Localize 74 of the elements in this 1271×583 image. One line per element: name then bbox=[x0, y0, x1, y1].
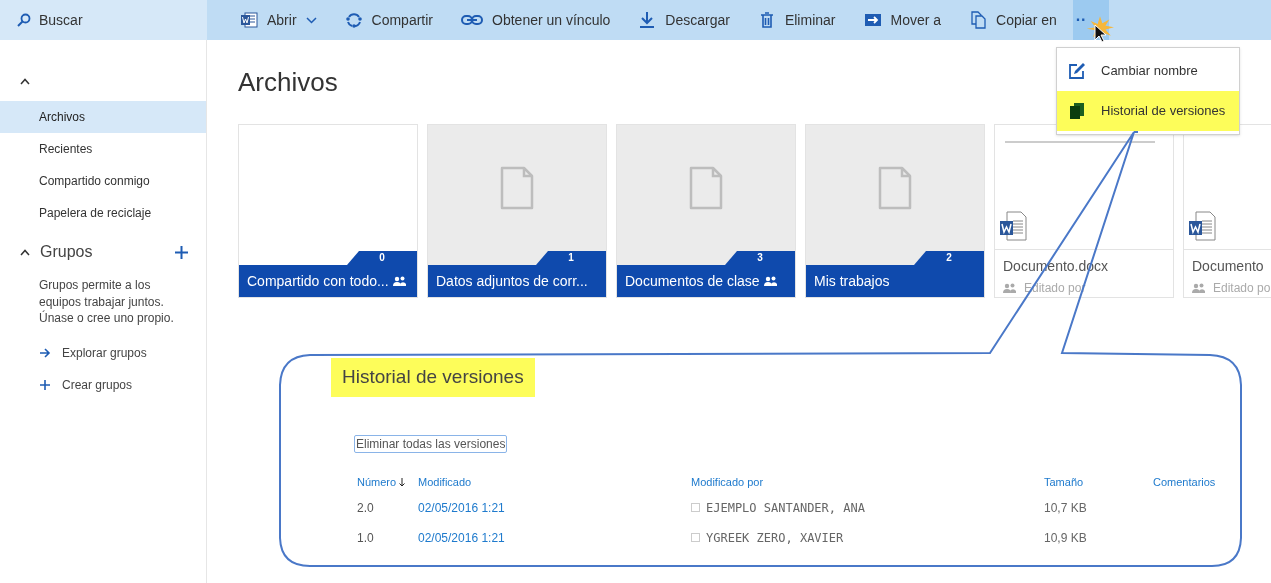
toolbar-button[interactable]: Abrir bbox=[240, 9, 317, 31]
people-icon bbox=[392, 275, 406, 287]
folder-name: Mis trabajos bbox=[814, 271, 890, 291]
item-count: 2 bbox=[914, 251, 984, 265]
delete-all-versions-button[interactable]: Eliminar todas las versiones bbox=[354, 434, 508, 453]
item-count: 0 bbox=[347, 251, 417, 265]
modified-date-link[interactable]: 02/05/2016 1:21 bbox=[418, 528, 691, 547]
versions-icon bbox=[1068, 102, 1086, 120]
version-number: 2.0 bbox=[357, 499, 375, 517]
group-action-link[interactable]: Explorar grupos bbox=[0, 336, 206, 369]
sidebar-item[interactable]: Papelera de reciclaje bbox=[0, 197, 206, 229]
sort-arrow-icon[interactable] bbox=[399, 478, 406, 487]
page-title: Archivos bbox=[238, 66, 338, 98]
version-number: 1.0 bbox=[357, 529, 375, 547]
copy-icon bbox=[969, 11, 988, 29]
sidebar-item[interactable]: Archivos bbox=[0, 101, 206, 133]
folder-tile[interactable]: 0 Compartido con todo... bbox=[238, 124, 418, 298]
document-name: Documento bbox=[1192, 257, 1265, 276]
folder-tile[interactable]: 1 Datos adjuntos de corr... bbox=[427, 124, 607, 298]
download-icon bbox=[638, 11, 657, 29]
collapse-chevron-icon[interactable] bbox=[20, 248, 30, 256]
checkbox[interactable] bbox=[691, 503, 700, 512]
document-icon bbox=[689, 166, 723, 210]
file-size: 10,9 KB bbox=[1044, 529, 1088, 547]
folder-name: Documentos de clase bbox=[625, 271, 760, 291]
toolbar-button[interactable]: Compartir bbox=[344, 9, 434, 31]
folder-name: Compartido con todo... bbox=[247, 271, 389, 291]
modified-by-name: EJEMPLO SANTANDER, ANA bbox=[706, 499, 865, 517]
word-document-icon bbox=[1188, 211, 1216, 241]
toolbar-button[interactable]: Descargar bbox=[638, 9, 730, 31]
modified-date-link[interactable]: 02/05/2016 1:21 bbox=[418, 498, 691, 517]
toolbar-button[interactable]: Copiar en bbox=[969, 9, 1057, 31]
people-icon bbox=[1003, 282, 1016, 294]
column-header[interactable]: Modificado bbox=[418, 474, 691, 491]
people-icon bbox=[1192, 282, 1205, 294]
toolbar-button[interactable]: Eliminar bbox=[757, 9, 836, 31]
folder-tile[interactable]: 3 Documentos de clase bbox=[616, 124, 796, 298]
toolbar-button[interactable]: Obtener un vínculo bbox=[461, 9, 611, 31]
plus-icon bbox=[39, 378, 51, 391]
checkbox[interactable] bbox=[691, 533, 700, 542]
edited-by-text: Editado po bbox=[1213, 280, 1271, 297]
menu-item[interactable]: Historial de versiones bbox=[1057, 91, 1239, 131]
column-header[interactable]: Comentarios bbox=[1153, 474, 1216, 491]
item-count: 3 bbox=[725, 251, 795, 265]
search-icon bbox=[17, 13, 31, 27]
file-size: 10,7 KB bbox=[1044, 499, 1088, 517]
item-count: 1 bbox=[536, 251, 606, 265]
document-icon bbox=[878, 166, 912, 210]
callout-title: Historial de versiones bbox=[331, 358, 535, 397]
add-icon[interactable] bbox=[175, 245, 188, 259]
groups-heading: Grupos bbox=[40, 242, 94, 262]
search-button[interactable]: Buscar bbox=[0, 0, 207, 40]
word-document-icon bbox=[999, 211, 1027, 241]
collapse-chevron-icon[interactable] bbox=[20, 78, 30, 85]
word-icon bbox=[240, 11, 258, 29]
column-header[interactable]: Tamaño bbox=[1044, 474, 1153, 491]
groups-description: Grupos permite a los equipos trabajar juntos. Únase o cree uno propio. bbox=[38, 277, 175, 327]
toolbar-button[interactable]: Mover a bbox=[863, 9, 942, 31]
group-action-link[interactable]: Crear grupos bbox=[0, 368, 206, 401]
move-icon bbox=[863, 11, 882, 29]
folder-name: Datos adjuntos de corr... bbox=[436, 271, 588, 291]
column-header[interactable]: Modificado por bbox=[691, 474, 1044, 491]
column-header[interactable]: Número bbox=[357, 474, 397, 491]
cursor-icon bbox=[1094, 24, 1106, 43]
arrow-icon bbox=[39, 346, 51, 359]
menu-item[interactable]: Cambiar nombre bbox=[1057, 51, 1239, 91]
sidebar-item[interactable]: Recientes bbox=[0, 133, 206, 165]
people-icon bbox=[763, 275, 777, 287]
folder-tile[interactable]: 2 Mis trabajos bbox=[805, 124, 985, 298]
share-icon bbox=[344, 11, 363, 29]
sidebar-item[interactable]: Compartido conmigo bbox=[0, 165, 206, 197]
document-icon bbox=[500, 166, 534, 210]
modified-by-name: YGREEK ZERO, XAVIER bbox=[706, 529, 844, 547]
edit-icon bbox=[1068, 62, 1086, 80]
